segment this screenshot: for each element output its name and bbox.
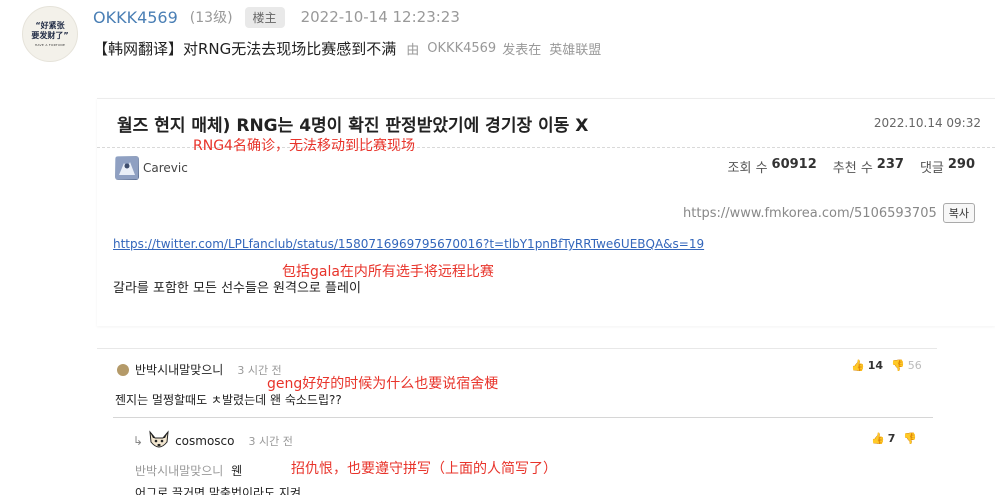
comment-votes: 👍 14 👎 56	[851, 359, 922, 372]
views-label: 조회 수	[727, 161, 768, 176]
recommend-label: 추천 수	[832, 161, 873, 176]
reply-time: 3 시간 전	[248, 435, 293, 448]
poster-name[interactable]: Carevic	[143, 161, 188, 175]
user-avatar[interactable]: “好紧张 要发财了” HAVE A FORTUNE	[22, 6, 78, 62]
dog-avatar-icon	[149, 430, 169, 448]
reply-header: ↳ cosmosco 3 시간 전	[133, 430, 293, 452]
reply-arrow-icon: ↳	[133, 434, 144, 448]
translation-annotation-1: RNG4名确诊，无法移动到比赛现场	[193, 138, 415, 154]
comments-stat: 댓글 290	[920, 157, 975, 176]
reply-upvote-count: 7	[887, 432, 896, 445]
avatar-text-line3: HAVE A FORTUNE	[34, 43, 66, 47]
tweet-link[interactable]: https://twitter.com/LPLfanclub/status/15…	[113, 237, 704, 251]
post-meta-author-link[interactable]: OKKK4569	[427, 41, 496, 56]
views-count: 60912	[771, 157, 817, 172]
source-row: https://www.fmkorea.com/5106593705 복사	[683, 203, 975, 223]
posted-in-label: 发表在	[502, 42, 542, 58]
copy-button[interactable]: 복사	[942, 203, 975, 223]
article-poster: Carevic	[115, 156, 188, 180]
article-date: 2022.10.14 09:32	[873, 116, 981, 130]
post-author-line: OKKK4569 (13级) 楼主 2022-10-14 12:23:23	[93, 6, 460, 28]
article-stats: 조회 수 60912 추천 수 237 댓글 290	[728, 157, 975, 176]
post-time: 2022-10-14 12:23:23	[300, 8, 460, 26]
source-url[interactable]: https://www.fmkorea.com/5106593705	[683, 206, 937, 221]
author-name-link[interactable]: OKKK4569	[93, 8, 178, 27]
comment-body: 젠지는 멀쩡할때도 ㅊ발렸는데 왠 숙소드립??	[115, 393, 342, 407]
reply-body: 어그로 끌거면 맞춤법이라도 지켜	[135, 486, 302, 495]
embedded-article-card: 월즈 현지 매체) RNG는 4명이 확진 판정받았기에 경기장 이동 X 20…	[97, 98, 995, 326]
thumbs-up-icon[interactable]: 👍	[851, 359, 865, 372]
commenter-avatar	[117, 363, 129, 376]
post-title-line: 【韩网翻译】对RNG无法去现场比赛感到不满 由 OKKK4569 发表在 英雄联…	[93, 38, 601, 58]
forum-link[interactable]: 英雄联盟	[549, 39, 601, 58]
upvote-count: 14	[867, 359, 884, 372]
views-stat: 조회 수 60912	[728, 157, 817, 176]
reply-author-name[interactable]: cosmosco	[175, 434, 234, 448]
author-level: (13级)	[189, 10, 233, 26]
comments-label: 댓글	[919, 161, 944, 176]
op-badge: 楼主	[244, 6, 285, 28]
recommend-count: 237	[876, 157, 904, 172]
reply-quote-text: 웬	[231, 464, 243, 478]
downvote-count: 56	[907, 359, 922, 372]
article-body: 갈라를 포함한 모든 선수들은 원격으로 플레이	[113, 281, 361, 296]
thumbs-down-icon[interactable]: 👎	[891, 359, 905, 372]
post-title[interactable]: 【韩网翻译】对RNG无法去现场比赛感到不满	[93, 38, 396, 59]
comment-section: 반박시내말맞으니 3 시간 전 geng好好的时候为什么也要说宿舍梗 젠지는 멀…	[97, 348, 937, 495]
comments-count: 290	[947, 157, 975, 172]
avatar-text-line1: “好紧张	[35, 21, 65, 30]
poster-avatar-icon	[115, 156, 139, 180]
reply-quote: 반박시내말맞으니 웬	[135, 462, 242, 479]
comment-header: 반박시내말맞으니 3 시간 전	[117, 361, 282, 378]
translation-annotation-3: geng好好的时候为什么也要说宿舍梗	[267, 376, 499, 392]
thumbs-down-icon[interactable]: 👎	[903, 432, 917, 445]
avatar-text-line2: 要发财了”	[31, 31, 69, 40]
commenter-name[interactable]: 반박시내말맞으니	[135, 361, 223, 378]
post-by-label: 由	[406, 42, 420, 58]
translation-annotation-4: 招仇恨，也要遵守拼写（上面的人简写了）	[291, 461, 557, 477]
thumbs-up-icon[interactable]: 👍	[871, 432, 885, 445]
article-title: 월즈 현지 매체) RNG는 4명이 확진 판정받았기에 경기장 이동 X	[117, 116, 589, 136]
recommend-stat: 추천 수 237	[833, 157, 904, 176]
reply-votes: 👍 7 👎	[871, 432, 917, 445]
reply-quote-user[interactable]: 반박시내말맞으니	[135, 464, 223, 478]
reply-comment: ↳ cosmosco 3 시간 전 👍 7 👎 반박시내말맞으니 웬 招仇恨，也…	[113, 417, 933, 495]
